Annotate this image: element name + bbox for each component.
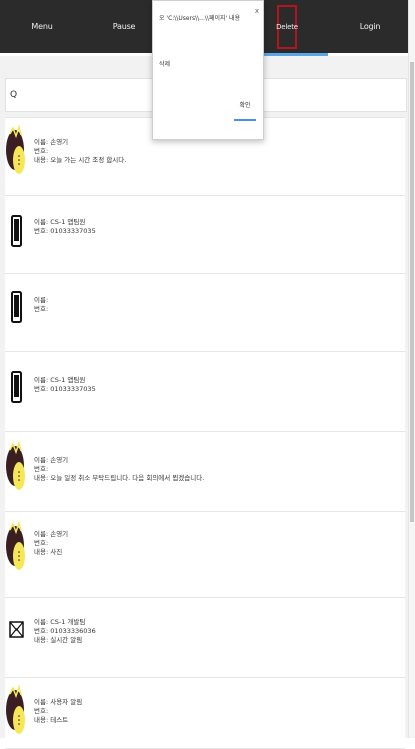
item-number: 번호: — [34, 707, 49, 715]
nav-pause-button[interactable]: Pause — [104, 0, 144, 53]
nav-delete-button[interactable]: Delete — [276, 0, 298, 53]
list-item[interactable]: 이름: CS-1 앱팀원 번호: 01033337035 — [5, 351, 405, 433]
phone-icon — [11, 371, 22, 403]
envelope-icon — [9, 621, 24, 638]
item-name: 이름: 사용자 알림 — [34, 698, 83, 706]
item-number: 번호: 01033337035 — [34, 385, 96, 393]
ok-button-label: 확인 — [239, 101, 251, 109]
page-content: Q 이름: 손영기 번호: 내용: 오늘 가는 시간 조정 합시다. 이름: C… — [0, 56, 409, 749]
item-name: 이름: CS-1 앱팀원 — [34, 376, 86, 384]
dialog-title: 오 'C:\\Users\\...\\페이지' 내용 — [159, 15, 241, 22]
list-item[interactable]: 이름: 손영기 번호: 내용: 오늘 일정 취소 부탁드립니다. 다음 회의에서… — [5, 431, 405, 513]
item-name: 이름: 손영기 — [34, 530, 69, 538]
item-number: 번호: 01033336036 — [34, 627, 96, 635]
item-content: 내용: 오늘 일정 취소 부탁드립니다. 다음 회의에서 뵙겠습니다. — [34, 474, 205, 482]
item-name: 이름: 손영기 — [34, 138, 69, 146]
item-number: 번호: — [34, 539, 49, 547]
nav-pause-label: Pause — [112, 22, 136, 31]
item-number: 번호: — [34, 147, 49, 155]
item-name: 이름: CS-1 개발팀 — [34, 618, 86, 626]
close-icon[interactable]: x — [255, 7, 259, 15]
dialog-message: 삭제 — [159, 61, 171, 68]
avatar-cartoon-icon — [6, 440, 25, 490]
nav-menu-button[interactable]: Menu — [22, 0, 62, 53]
list-item[interactable]: 이름: CS-1 앱팀원 번호: 01033337035 — [5, 195, 405, 275]
item-number: 번호: — [34, 465, 49, 473]
avatar-cartoon-icon — [6, 124, 25, 174]
search-glyph: Q — [10, 90, 18, 100]
scrollbar[interactable] — [408, 0, 415, 738]
nav-login-label: Login — [359, 22, 381, 31]
item-name: 이름: CS-1 앱팀원 — [34, 218, 86, 226]
avatar-cartoon-icon — [6, 520, 25, 570]
item-content: 내용: 사진 — [34, 548, 63, 556]
item-name: 이름: — [34, 296, 49, 304]
item-content: 내용: 테스트 — [34, 716, 69, 724]
list-item[interactable]: 이름: 번호: — [5, 273, 405, 353]
ok-button[interactable]: 확인 — [234, 89, 256, 121]
item-content: 내용: 오늘 가는 시간 조정 합시다. — [34, 156, 127, 164]
item-number: 번호: — [34, 305, 49, 313]
list-item[interactable]: 이름: CS-1 개발팀 번호: 01033336036 내용: 실시간 알림 — [5, 597, 405, 679]
item-number: 번호: 01033337035 — [34, 227, 96, 235]
scrollbar-thumb[interactable] — [410, 62, 414, 522]
nav-login-button[interactable]: Login — [352, 0, 388, 53]
nav-delete-label: Delete — [276, 22, 298, 31]
item-content: 내용: 실시간 알림 — [34, 636, 83, 644]
nav-menu-label: Menu — [31, 22, 53, 31]
phone-icon — [11, 291, 22, 323]
list-item[interactable]: 이름: 손영기 번호: 내용: 사진 — [5, 511, 405, 599]
list-item[interactable]: 이름: 사용자 알림 번호: 내용: 테스트 — [5, 677, 405, 749]
alert-dialog: 오 'C:\\Users\\...\\페이지' 내용 x 삭제 확인 — [152, 0, 264, 140]
phone-icon — [11, 215, 22, 247]
item-name: 이름: 손영기 — [34, 456, 69, 464]
nav-delete-highlight: Delete — [276, 4, 298, 49]
